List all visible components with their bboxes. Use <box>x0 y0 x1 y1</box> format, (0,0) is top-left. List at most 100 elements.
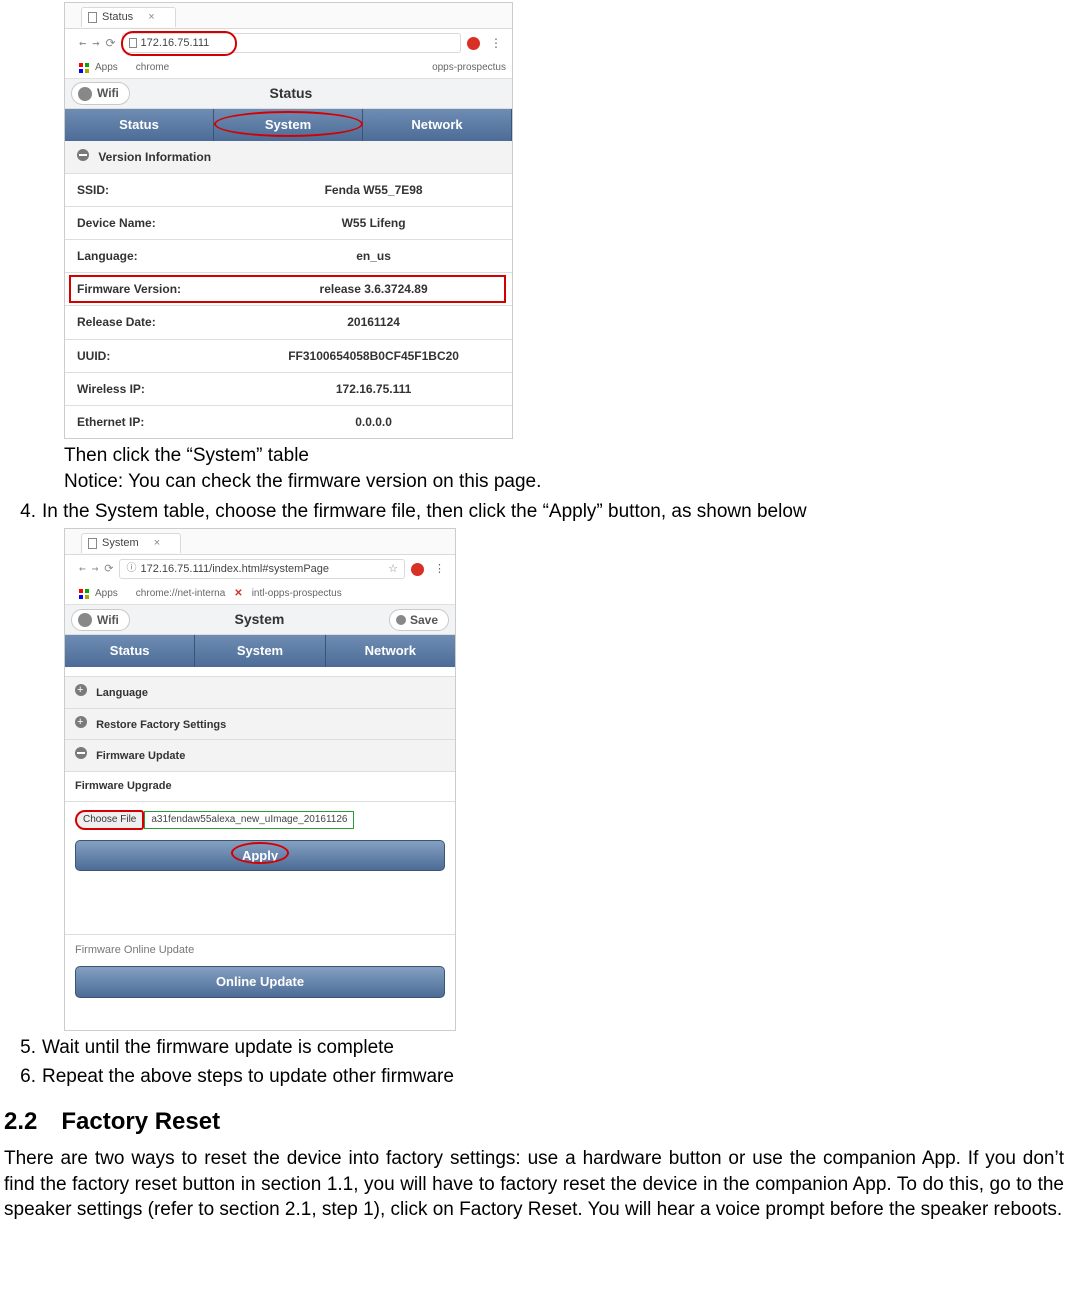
adblock-icon[interactable] <box>411 563 424 576</box>
row-device-name: Device Name: W55 Lifeng <box>65 207 512 240</box>
close-icon[interactable]: × <box>148 10 154 25</box>
choose-file-row: Choose File a31fendaw55alexa_new_uImage_… <box>75 810 445 830</box>
accordion-firmware-update[interactable]: Firmware Update <box>65 740 455 772</box>
back-circle-icon <box>78 87 92 101</box>
tab-network[interactable]: Network <box>326 635 455 667</box>
tab-status[interactable]: Status <box>65 635 195 667</box>
close-icon: ✕ <box>234 587 242 601</box>
forward-icon[interactable]: → <box>92 35 99 51</box>
tab-title: System <box>102 536 139 551</box>
tab-system[interactable]: System <box>214 109 363 141</box>
app-header: Wifi System Save <box>65 605 455 635</box>
step-text: In the System table, choose the firmware… <box>42 499 1064 525</box>
tab-title: Status <box>102 10 133 25</box>
menu-icon[interactable]: ⋮ <box>430 562 449 577</box>
close-icon[interactable]: × <box>154 536 160 551</box>
chosen-file-name: a31fendaw55alexa_new_uImage_20161126 <box>144 811 354 829</box>
forward-icon[interactable]: → <box>92 562 99 577</box>
spacer <box>65 879 455 935</box>
expand-icon <box>75 684 87 696</box>
row-language: Language: en_us <box>65 240 512 273</box>
wifi-pill[interactable]: Wifi <box>71 82 130 104</box>
wifi-pill[interactable]: Wifi <box>71 609 130 631</box>
accordion-restore[interactable]: Restore Factory Settings <box>65 709 455 741</box>
tab-system[interactable]: System <box>195 635 325 667</box>
bookmark-chrome[interactable]: chrome <box>136 61 169 75</box>
step-text: Repeat the above steps to update other f… <box>42 1064 1064 1090</box>
label: Wireless IP: <box>77 381 247 397</box>
page-title: Status <box>130 84 452 103</box>
bookmark-prospectus[interactable]: opps-prospectus <box>432 61 506 75</box>
label: Language: <box>77 248 247 264</box>
value: release 3.6.3724.89 <box>250 281 497 297</box>
reload-icon[interactable]: ⟳ <box>104 562 113 577</box>
accordion-version-info[interactable]: Version Information <box>65 141 512 174</box>
bookmark-intl[interactable]: intl-opps-prospectus <box>252 587 342 601</box>
value: W55 Lifeng <box>250 215 497 231</box>
choose-file-button[interactable]: Choose File <box>75 810 144 830</box>
row-online-update-title: Firmware Online Update <box>65 935 455 962</box>
browser-tab[interactable]: System × <box>81 533 181 553</box>
section-heading-factory-reset: 2.2 Factory Reset <box>4 1106 1064 1138</box>
apps-icon[interactable] <box>79 63 89 73</box>
address-bar[interactable]: 172.16.75.111 <box>122 33 461 53</box>
caption-notice: Notice: You can check the firmware versi… <box>64 469 1064 495</box>
apply-button[interactable]: Apply <box>75 840 445 872</box>
page-icon <box>88 12 97 23</box>
collapse-icon <box>77 149 89 161</box>
screenshot-status-page: Status × ← → ⟳ 172.16.75.111 ⋮ Apps chro… <box>64 2 513 439</box>
label: SSID: <box>77 182 247 198</box>
browser-tab-bar: System × <box>65 529 455 555</box>
browser-tab-bar: Status × <box>65 3 512 29</box>
accordion-language[interactable]: Language <box>65 677 455 709</box>
accordion-title: Restore Factory Settings <box>96 718 226 733</box>
online-update-label: Online Update <box>216 974 304 989</box>
row-uuid: UUID: FF3100654058B0CF45F1BC20 <box>65 340 512 373</box>
apps-icon[interactable] <box>79 589 89 599</box>
step-number: 6. <box>4 1064 42 1090</box>
tab-status[interactable]: Status <box>65 109 214 141</box>
screenshot-system-page: System × ← → ⟳ ⓘ 172.16.75.111/index.htm… <box>64 528 456 1030</box>
row-firmware-version: Firmware Version: release 3.6.3724.89 <box>65 273 512 306</box>
page-title: System <box>130 610 389 629</box>
browser-tab[interactable]: Status × <box>81 7 176 27</box>
bookmark-apps[interactable]: Apps <box>95 587 118 601</box>
row-wireless-ip: Wireless IP: 172.16.75.111 <box>65 373 512 406</box>
reload-icon[interactable]: ⟳ <box>105 35 115 51</box>
label: Release Date: <box>77 314 247 330</box>
back-icon[interactable]: ← <box>79 35 86 51</box>
browser-nav-row: ← → ⟳ ⓘ 172.16.75.111/index.html#systemP… <box>65 555 455 583</box>
value: 172.16.75.111 <box>250 381 497 397</box>
value: 20161124 <box>250 314 497 330</box>
label: UUID: <box>77 348 247 364</box>
row-ssid: SSID: Fenda W55_7E98 <box>65 174 512 207</box>
bookmarks-bar: Apps chrome://net-interna ✕ intl-opps-pr… <box>65 583 455 605</box>
page-icon <box>88 538 97 549</box>
step-number: 5. <box>4 1035 42 1061</box>
address-bar[interactable]: ⓘ 172.16.75.111/index.html#systemPage ☆ <box>119 559 405 579</box>
save-button[interactable]: Save <box>389 609 449 631</box>
collapse-icon <box>75 747 87 759</box>
bookmark-star-icon[interactable]: ☆ <box>388 562 398 577</box>
step-5: 5. Wait until the firmware update is com… <box>4 1035 1064 1061</box>
value: FF3100654058B0CF45F1BC20 <box>250 348 497 364</box>
accordion-title: Language <box>96 686 148 701</box>
accordion-title: Version Information <box>98 149 211 165</box>
tab-network[interactable]: Network <box>363 109 512 141</box>
adblock-icon[interactable] <box>467 37 480 50</box>
app-tab-bar: Status System Network <box>65 109 512 141</box>
bookmark-apps[interactable]: Apps <box>95 61 118 75</box>
wifi-label: Wifi <box>97 85 119 101</box>
wifi-label: Wifi <box>97 612 119 628</box>
value: 0.0.0.0 <box>250 414 497 430</box>
back-icon[interactable]: ← <box>79 562 86 577</box>
step-6: 6. Repeat the above steps to update othe… <box>4 1064 1064 1090</box>
bookmarks-bar: Apps chrome opps-prospectus <box>65 57 512 79</box>
value: en_us <box>250 248 497 264</box>
apply-label: Apply <box>242 848 278 863</box>
browser-nav-row: ← → ⟳ 172.16.75.111 ⋮ <box>65 29 512 57</box>
menu-icon[interactable]: ⋮ <box>486 35 506 51</box>
online-update-button[interactable]: Online Update <box>75 966 445 998</box>
page-icon <box>129 38 137 48</box>
bookmark-chrome[interactable]: chrome://net-interna <box>136 587 226 601</box>
